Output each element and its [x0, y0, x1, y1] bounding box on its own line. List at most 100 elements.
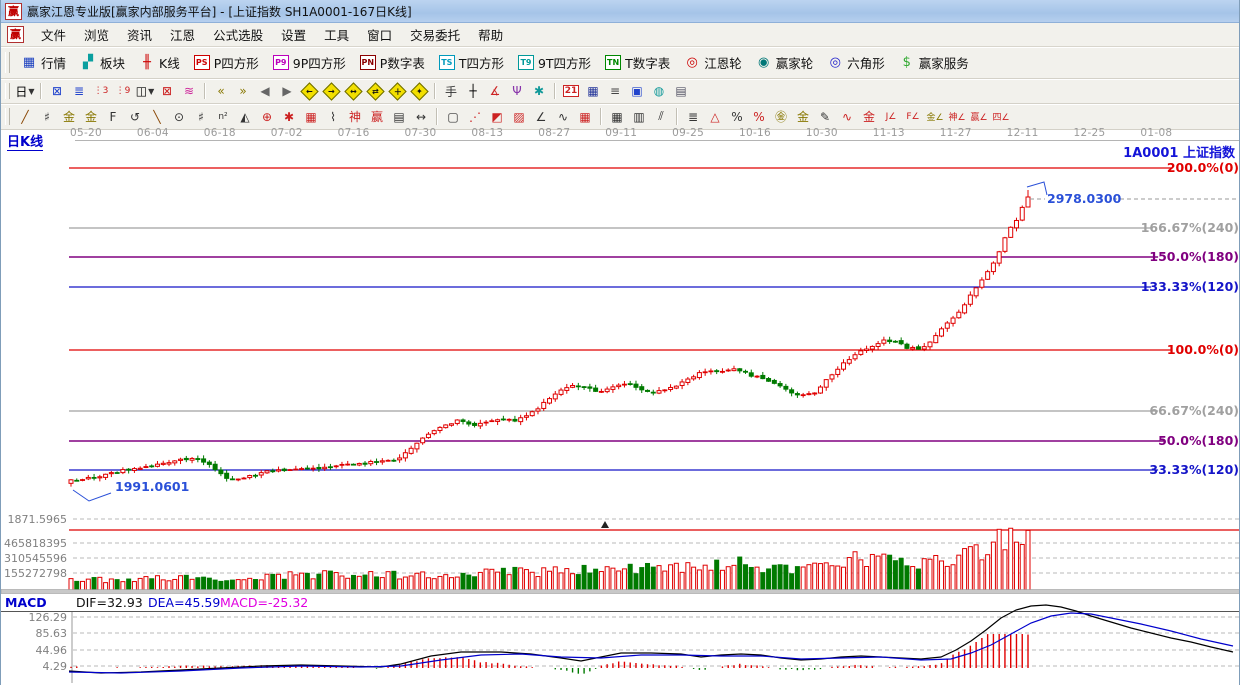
- view-prev-page[interactable]: ◀: [254, 81, 276, 102]
- draw-compass-target[interactable]: ⊕: [256, 106, 278, 127]
- view-period-day-button[interactable]: 日▼: [14, 81, 36, 102]
- toolbar-button-t-square[interactable]: TST四方形: [432, 50, 511, 75]
- draw-gold-circle[interactable]: ㊎: [770, 106, 792, 127]
- view-angle-measure[interactable]: ∡: [484, 81, 506, 102]
- draw-percent-line[interactable]: %: [748, 106, 770, 127]
- menu-item-2[interactable]: 资讯: [118, 22, 161, 47]
- draw-j-angle[interactable]: J∠: [880, 106, 902, 127]
- toolbar-button-hexagon[interactable]: ◎六角形: [820, 50, 892, 75]
- draw-grid-target[interactable]: ▦: [300, 106, 322, 127]
- draw-width-measure[interactable]: ↔: [410, 106, 432, 127]
- menu-item-6[interactable]: 工具: [315, 22, 358, 47]
- draw-trend-angles[interactable]: ∠: [530, 106, 552, 127]
- view-save-disk[interactable]: ▣: [626, 81, 648, 102]
- draw-grid-ruler[interactable]: ♯: [36, 106, 58, 127]
- draw-gold-gate-2[interactable]: 金: [80, 106, 102, 127]
- draw-circle-gauge[interactable]: ⊙: [168, 106, 190, 127]
- draw-gold-bars[interactable]: 金: [792, 106, 814, 127]
- menu-item-1[interactable]: 浏览: [75, 22, 118, 47]
- draw-gold-angle[interactable]: 金∠: [924, 106, 946, 127]
- draw-dark-grid-1[interactable]: ▦: [606, 106, 628, 127]
- draw-wave-channel[interactable]: ∿: [836, 106, 858, 127]
- draw-ying-ruler[interactable]: 赢: [366, 106, 388, 127]
- toolbar-button-t-number-table[interactable]: TNT数字表: [598, 50, 677, 75]
- toolbar-button-9t-square[interactable]: T99T四方形: [511, 50, 598, 75]
- view-hand-tool[interactable]: 手: [440, 81, 462, 102]
- menu-item-5[interactable]: 设置: [272, 22, 315, 47]
- toolbar-button-sectors[interactable]: ▞板块: [73, 50, 132, 75]
- view-compare-9-chart[interactable]: ⋮9: [112, 81, 134, 102]
- view-compare-3-chart[interactable]: ⋮3: [90, 81, 112, 102]
- draw-bar-scale[interactable]: ≣: [682, 106, 704, 127]
- draw-ying-angle[interactable]: 赢∠: [968, 106, 990, 127]
- menu-item-0[interactable]: 文件: [32, 22, 75, 47]
- draw-si-angle[interactable]: 四∠: [990, 106, 1012, 127]
- draw-percent[interactable]: %: [726, 106, 748, 127]
- toolbar-button-p-number-table[interactable]: PNP数字表: [353, 50, 432, 75]
- macd-label[interactable]: MACD: [5, 595, 47, 610]
- draw-dark-grid-2[interactable]: ▥: [628, 106, 650, 127]
- view-calculator[interactable]: ▦: [582, 81, 604, 102]
- draw-shen-angle[interactable]: 神∠: [946, 106, 968, 127]
- view-next-page[interactable]: ▶: [276, 81, 298, 102]
- toolbar-button-quotes[interactable]: ▦行情: [14, 50, 73, 75]
- draw-n-squared[interactable]: n²: [212, 106, 234, 127]
- view-calendar-21[interactable]: 21: [560, 81, 582, 102]
- draw-percent-slash[interactable]: △: [704, 106, 726, 127]
- view-info-panel[interactable]: ≣: [68, 81, 90, 102]
- draw-curve-wave[interactable]: ∿: [552, 106, 574, 127]
- draw-marker-knife[interactable]: ╲: [146, 106, 168, 127]
- menu-item-8[interactable]: 交易委托: [401, 22, 469, 47]
- menu-item-4[interactable]: 公式选股: [204, 22, 272, 47]
- view-network-chart[interactable]: ⊠: [46, 81, 68, 102]
- draw-gold-under[interactable]: 金: [858, 106, 880, 127]
- menu-item-7[interactable]: 窗口: [358, 22, 401, 47]
- view-first-page[interactable]: «: [210, 81, 232, 102]
- draw-f-angle[interactable]: F∠: [902, 106, 924, 127]
- draw-mirror-angle[interactable]: ◭: [234, 106, 256, 127]
- draw-fan-box[interactable]: ◩: [486, 106, 508, 127]
- draw-dense-ruler[interactable]: ♯: [190, 106, 212, 127]
- view-web-browser[interactable]: ◍: [648, 81, 670, 102]
- draw-knife-line[interactable]: ╱: [14, 106, 36, 127]
- draw-slant-lines[interactable]: ⫽: [650, 106, 672, 127]
- draw-number-ruler[interactable]: ▤: [388, 106, 410, 127]
- view-notebook[interactable]: ≡: [604, 81, 626, 102]
- view-zoom-out-left[interactable]: ←: [298, 81, 320, 102]
- draw-box-select[interactable]: ▢: [442, 106, 464, 127]
- toolbar-button-gann-wheel[interactable]: ◎江恩轮: [677, 50, 749, 75]
- view-compress-x[interactable]: ⇄: [364, 81, 386, 102]
- draw-net-box[interactable]: ▨: [508, 106, 530, 127]
- toolbar-button-winner-service[interactable]: $赢家服务: [892, 50, 976, 75]
- toolbar-button-9p-square[interactable]: P99P四方形: [266, 50, 353, 75]
- view-crosshair-tool[interactable]: ┼: [462, 81, 484, 102]
- toolbar-grip[interactable]: [5, 52, 10, 74]
- view-stats-tool[interactable]: ✱: [528, 81, 550, 102]
- view-last-page[interactable]: »: [232, 81, 254, 102]
- draw-web-target[interactable]: ✱: [278, 106, 300, 127]
- draw-f-gate[interactable]: F: [102, 106, 124, 127]
- view-zoom-both[interactable]: ↔: [342, 81, 364, 102]
- toolbar-grip[interactable]: [5, 108, 10, 126]
- menu-item-9[interactable]: 帮助: [469, 22, 512, 47]
- draw-red-fan[interactable]: ⋰: [464, 106, 486, 127]
- menu-item-3[interactable]: 江恩: [161, 22, 204, 47]
- draw-red-grid[interactable]: ▦: [574, 106, 596, 127]
- view-gann-tool-purple[interactable]: Ψ: [506, 81, 528, 102]
- toolbar-button-winner-wheel[interactable]: ◉赢家轮: [749, 50, 821, 75]
- title-bar[interactable]: 赢 赢家江恩专业版[赢家内部服务平台] - [上证指数 SH1A0001-167…: [1, 0, 1239, 23]
- toolbar-grip[interactable]: [5, 83, 10, 100]
- toolbar-button-p-square[interactable]: PSP四方形: [187, 50, 266, 75]
- draw-gold-gate-1[interactable]: 金: [58, 106, 80, 127]
- view-printer[interactable]: ▤: [670, 81, 692, 102]
- view-center-view[interactable]: ＋: [386, 81, 408, 102]
- draw-shen-ruler[interactable]: 神: [344, 106, 366, 127]
- view-full-view[interactable]: ✦: [408, 81, 430, 102]
- draw-ink-pen[interactable]: ✎: [814, 106, 836, 127]
- draw-wave-mark[interactable]: ⌇: [322, 106, 344, 127]
- view-pattern-select[interactable]: ⊠: [156, 81, 178, 102]
- view-zoom-out-right[interactable]: →: [320, 81, 342, 102]
- view-rank-flag[interactable]: ≋: [178, 81, 200, 102]
- toolbar-button-kline[interactable]: ╫K线: [132, 50, 187, 75]
- draw-spiral[interactable]: ↺: [124, 106, 146, 127]
